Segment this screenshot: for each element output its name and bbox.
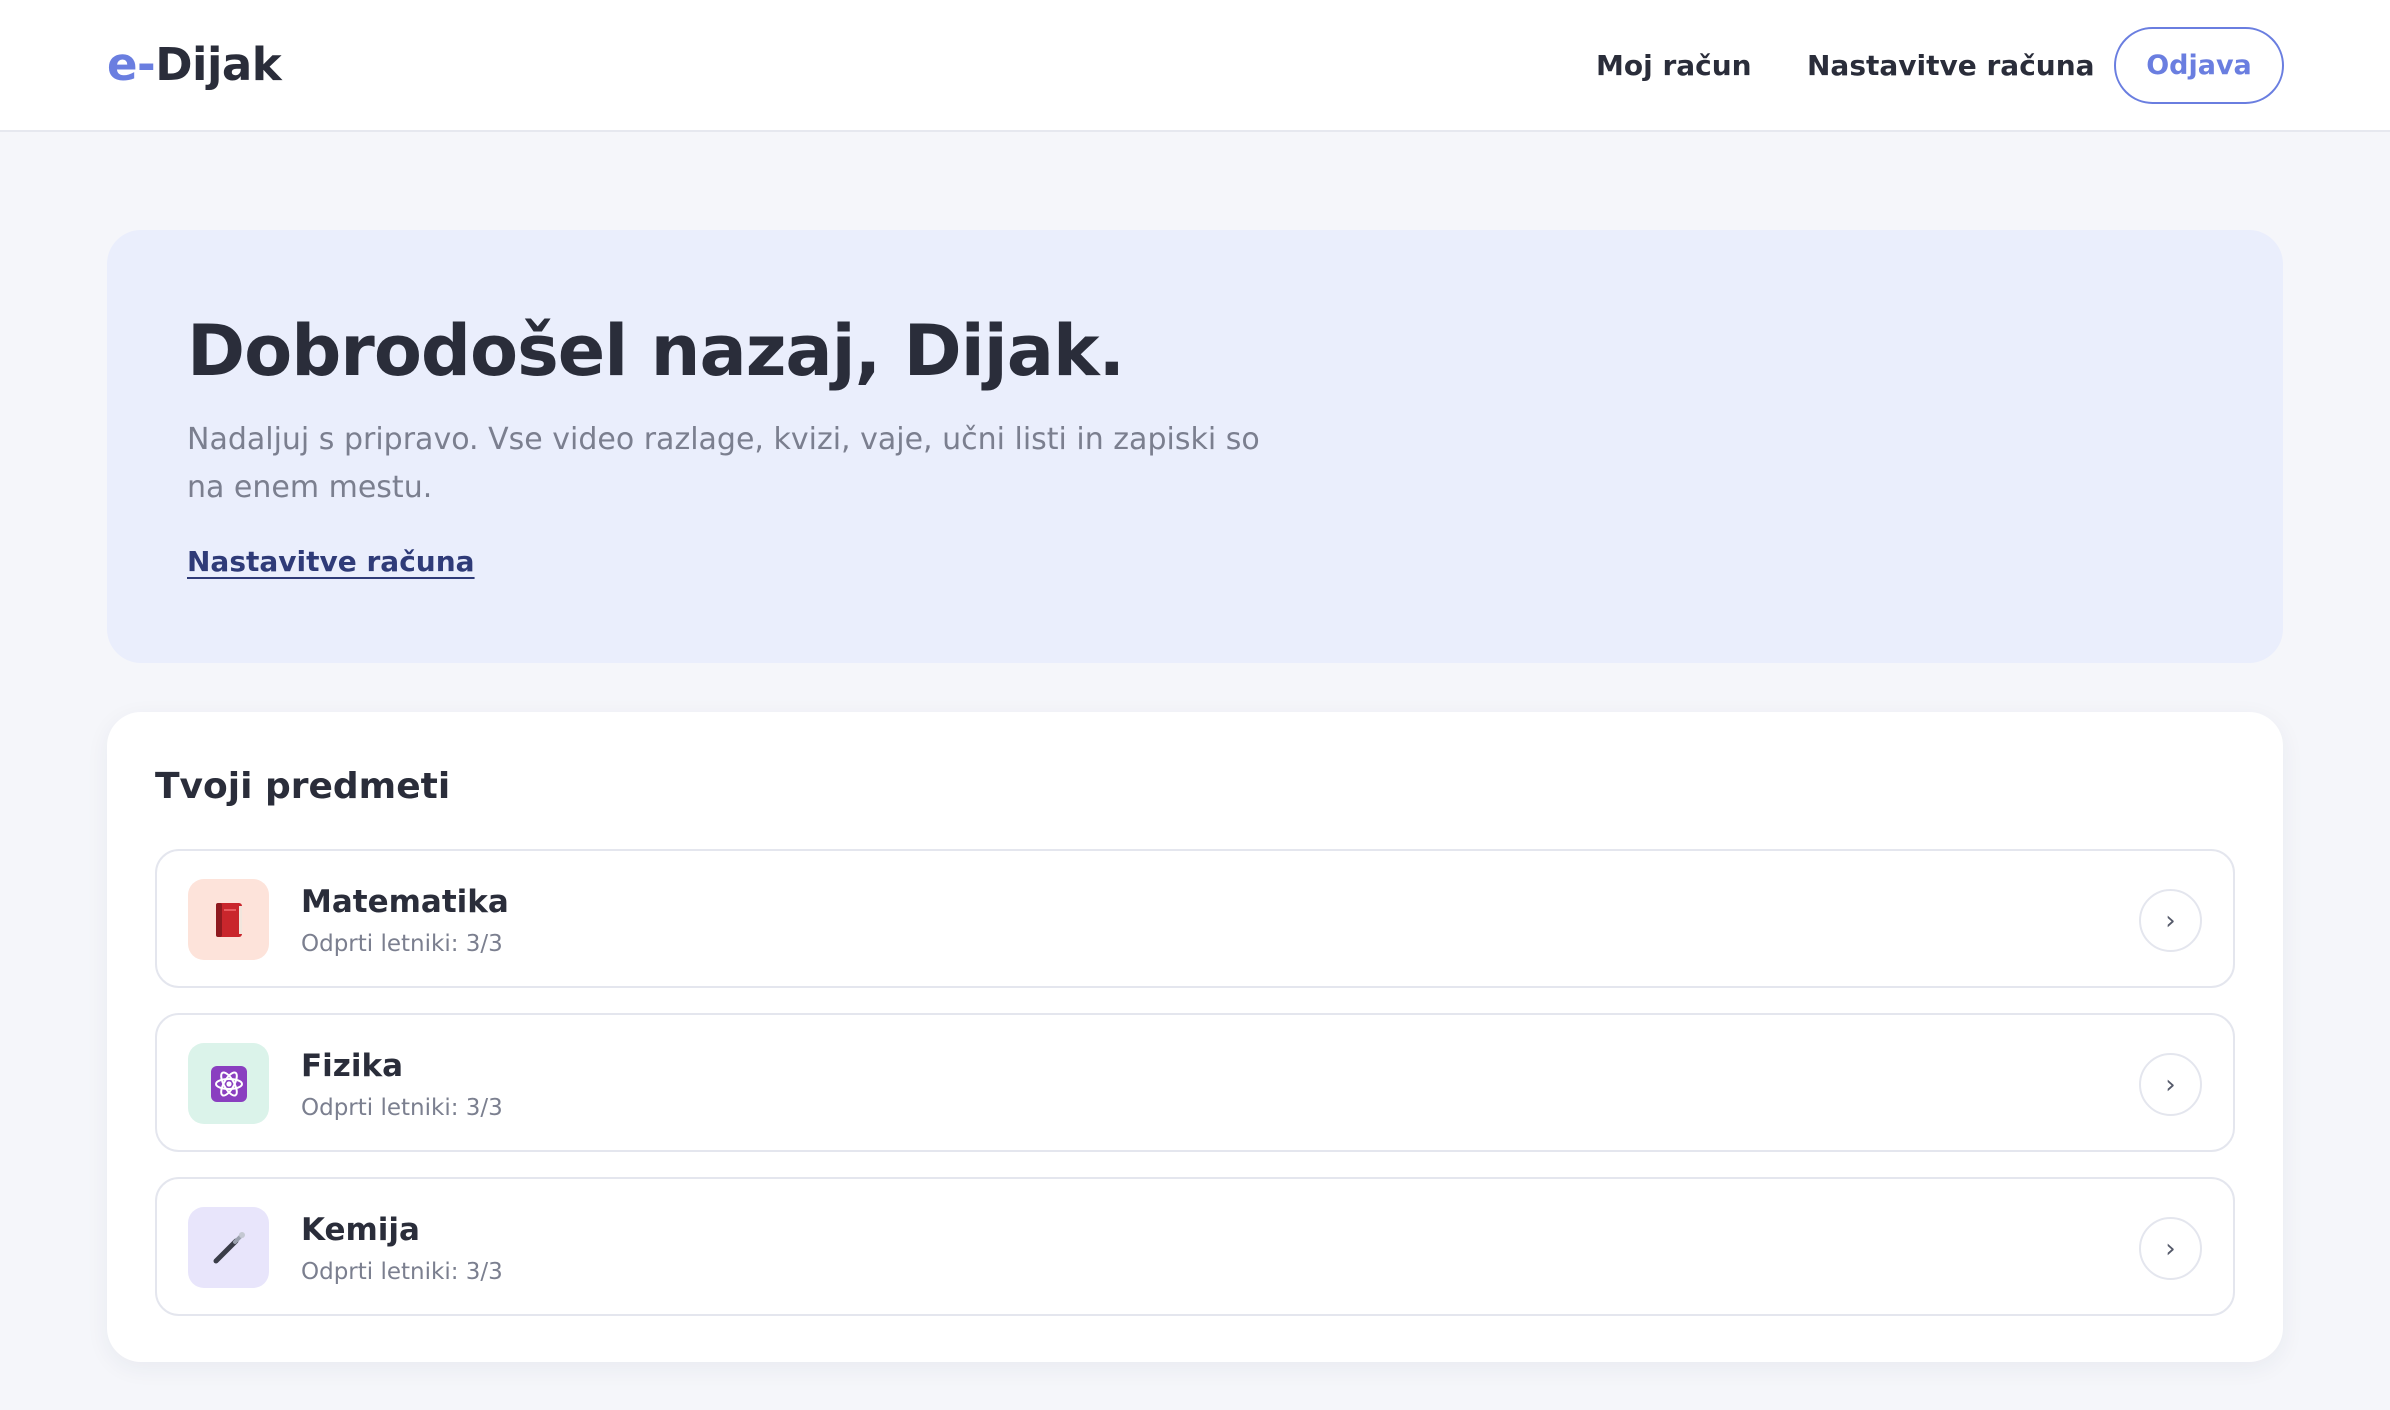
logo-prefix: e- (107, 38, 156, 91)
welcome-banner: Dobrodošel nazaj, Dijak. Nadaljuj s prip… (107, 230, 2283, 663)
welcome-description: Nadaljuj s pripravo. Vse video razlage, … (187, 422, 1260, 505)
subject-name: Kemija (301, 1212, 420, 1248)
subject-open-years: Odprti letniki: 3/3 (301, 931, 503, 957)
subject-name: Matematika (301, 884, 509, 920)
book-icon (188, 879, 269, 960)
chevron-right-icon[interactable]: › (2139, 889, 2202, 952)
app-logo[interactable]: e-Dijak (107, 36, 282, 94)
subject-row-kemija[interactable]: Kemija Odprti letniki: 3/3 › (155, 1177, 2235, 1316)
nav-account-settings-link[interactable]: Nastavitve računa (1807, 46, 2095, 86)
top-navigation-bar: e-Dijak Moj račun Nastavitve računa Odja… (0, 0, 2390, 132)
subject-open-years: Odprti letniki: 3/3 (301, 1259, 503, 1285)
subject-open-years: Odprti letniki: 3/3 (301, 1095, 503, 1121)
subjects-title: Tvoji predmeti (155, 766, 451, 807)
nav-my-account-link[interactable]: Moj račun (1596, 46, 1752, 86)
welcome-title: Dobrodošel nazaj, Dijak. (187, 310, 1125, 392)
pipette-icon (188, 1207, 269, 1288)
subject-row-fizika[interactable]: Fizika Odprti letniki: 3/3 › (155, 1013, 2235, 1152)
subject-row-matematika[interactable]: Matematika Odprti letniki: 3/3 › (155, 849, 2235, 988)
chevron-right-icon[interactable]: › (2139, 1217, 2202, 1280)
chevron-right-icon[interactable]: › (2139, 1053, 2202, 1116)
atom-icon (188, 1043, 269, 1124)
subject-name: Fizika (301, 1048, 404, 1084)
subjects-panel: Tvoji predmeti Matematika Odprti letniki… (107, 712, 2283, 1362)
logout-button[interactable]: Odjava (2114, 27, 2284, 104)
logo-name: Dijak (155, 38, 282, 91)
account-settings-link[interactable]: Nastavitve računa (187, 542, 475, 582)
